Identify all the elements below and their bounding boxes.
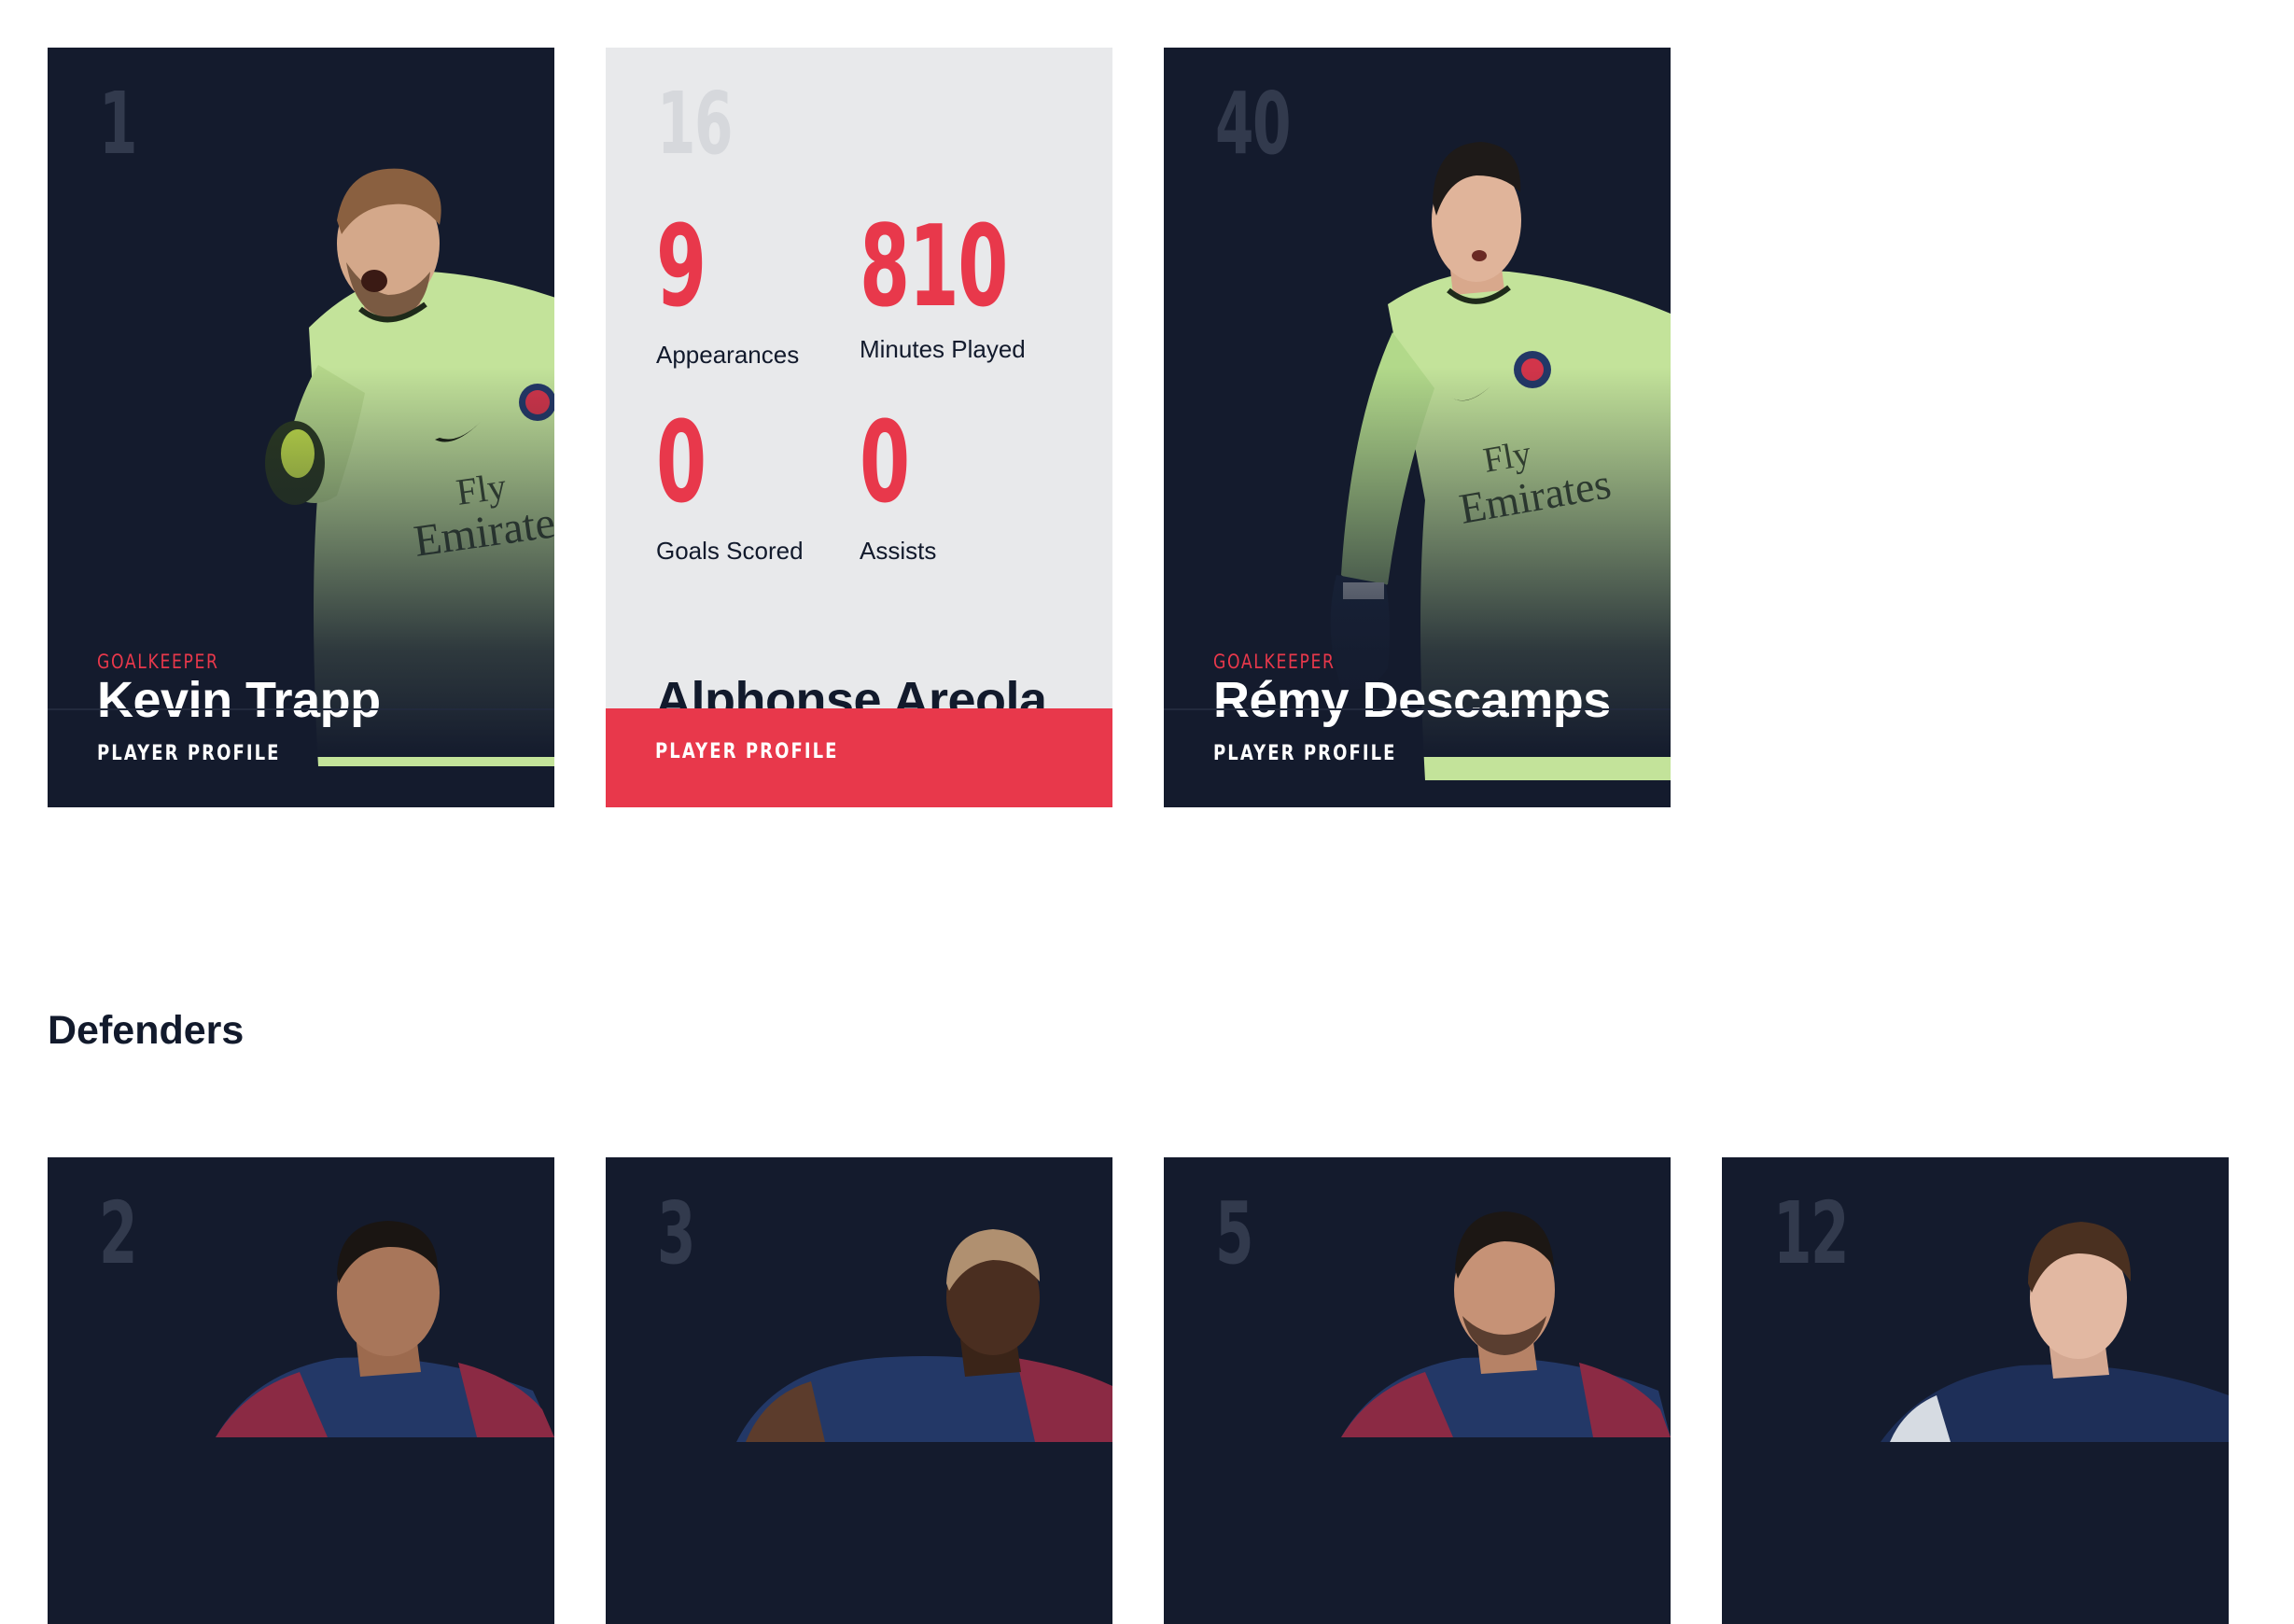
player-profile-link[interactable]: PLAYER PROFILE <box>48 708 554 807</box>
player-photo <box>197 1195 554 1437</box>
player-card-defender-2[interactable]: 2 <box>48 1157 554 1624</box>
stat-appearances: 9 Appearances <box>656 212 799 370</box>
player-position: GOALKEEPER <box>97 651 219 673</box>
player-card-defender-3[interactable]: 3 <box>606 1157 1112 1624</box>
section-title-defenders: Defenders <box>48 1008 245 1053</box>
stat-value: 0 <box>656 399 706 528</box>
stat-label: Goals Scored <box>656 537 804 565</box>
stat-goals-scored: 0 Goals Scored <box>656 408 804 566</box>
player-number: 12 <box>1773 1183 1849 1283</box>
player-card-defender-12[interactable]: 12 <box>1722 1157 2229 1624</box>
stat-label: Assists <box>860 537 937 565</box>
player-number: 40 <box>1215 74 1291 174</box>
player-number: 1 <box>99 74 137 174</box>
stat-assists: 0 Assists <box>860 408 936 566</box>
stat-label: Minutes Played <box>860 335 1026 363</box>
stat-value: 9 <box>656 203 706 332</box>
player-card-kevin-trapp[interactable]: 1 Fly Emirates GOALKEEPER Kevin Trapp PL… <box>48 48 554 807</box>
player-card-defender-5[interactable]: 5 <box>1164 1157 1671 1624</box>
player-profile-label: PLAYER PROFILE <box>97 742 281 765</box>
stat-minutes-played: 810 Minutes Played <box>860 212 1064 364</box>
player-profile-link[interactable]: PLAYER PROFILE <box>606 708 1112 807</box>
stat-value: 810 <box>860 203 1008 332</box>
player-profile-label: PLAYER PROFILE <box>655 740 839 763</box>
player-card-remy-descamps[interactable]: 40 Fly Emirates GOALKEEPER Rémy Descamps… <box>1164 48 1671 807</box>
player-number: 16 <box>657 74 733 174</box>
player-photo <box>736 1209 1112 1442</box>
stat-value: 0 <box>860 399 910 528</box>
player-profile-link[interactable]: PLAYER PROFILE <box>1164 708 1671 807</box>
stat-label: Appearances <box>656 341 800 369</box>
player-number: 3 <box>657 1183 695 1283</box>
player-position: GOALKEEPER <box>1213 651 1336 673</box>
player-card-alphonse-areola[interactable]: 16 9 Appearances 810 Minutes Played 0 Go… <box>606 48 1112 807</box>
player-profile-label: PLAYER PROFILE <box>1213 742 1397 765</box>
player-photo <box>1313 1185 1671 1437</box>
player-photo <box>1862 1209 2229 1442</box>
player-number: 2 <box>99 1183 137 1283</box>
player-number: 5 <box>1215 1183 1253 1283</box>
